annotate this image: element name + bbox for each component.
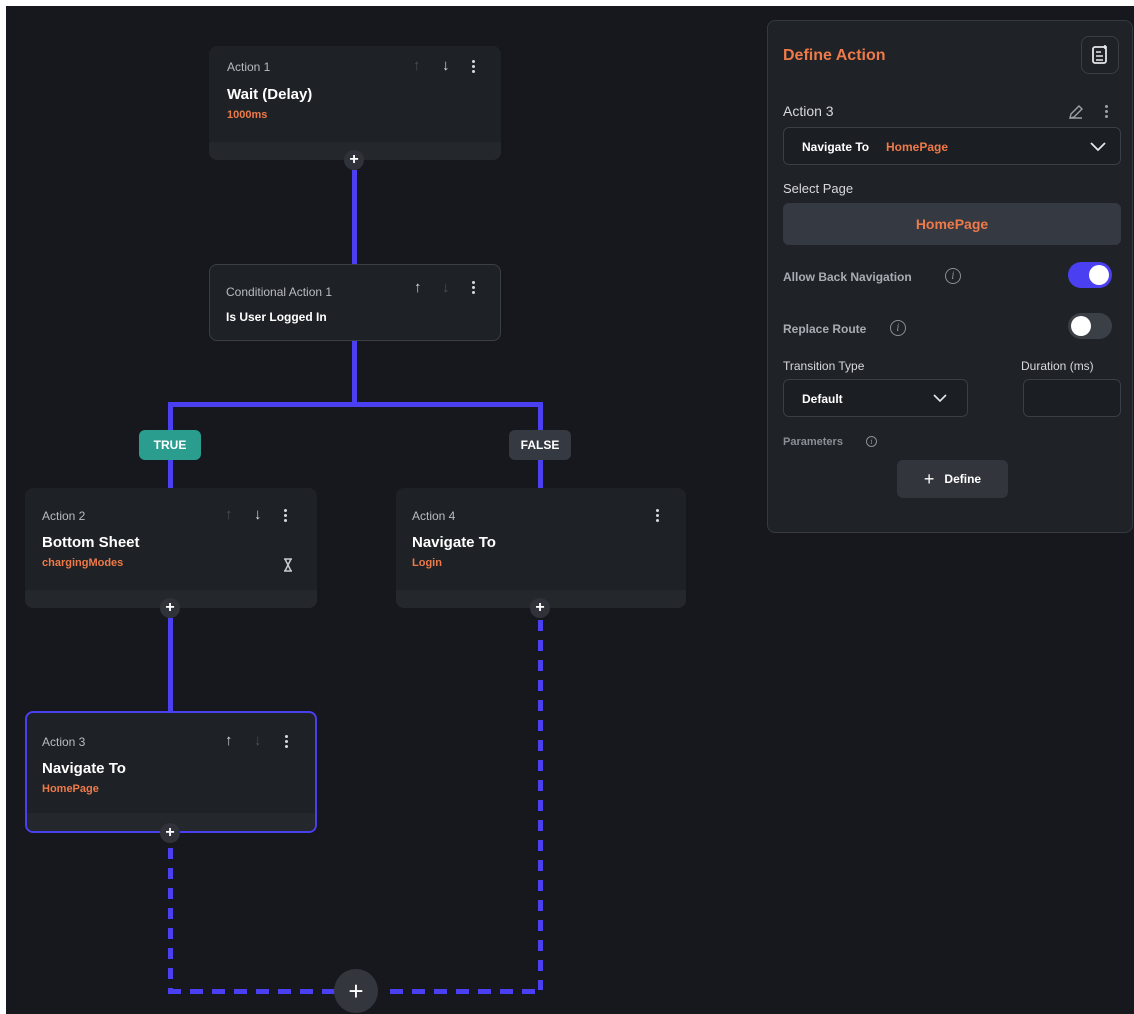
move-down-icon[interactable]: ↓ [254,507,262,522]
action-title: Navigate To [42,760,126,777]
dropdown-target: HomePage [886,140,949,154]
action-type-dropdown[interactable]: Navigate To HomePage [783,127,1121,165]
define-parameters-button[interactable]: + Define [897,460,1008,498]
add-action-button[interactable]: + [160,598,180,618]
chevron-down-icon [933,394,947,403]
notes-icon [1092,45,1107,64]
action-3-card[interactable]: Action 3 Navigate To HomePage ↑ ↓ [25,711,317,833]
connector-line [168,402,173,432]
action-label: Action 1 [227,60,271,74]
move-up-icon[interactable]: ↑ [225,507,233,522]
action-1-card[interactable]: Action 1 Wait (Delay) 1000ms ↑ ↓ [209,46,501,160]
notes-icon-button[interactable] [1081,36,1119,74]
action-4-card[interactable]: Action 4 Navigate To Login [396,488,686,608]
panel-more-options-icon[interactable] [1105,105,1108,118]
move-up-icon[interactable]: ↑ [225,733,233,748]
edit-icon[interactable] [1067,103,1085,121]
action-subtitle: Login [412,557,442,569]
action-label: Conditional Action 1 [226,285,333,299]
action-title: Navigate To [412,534,496,551]
action-title: Bottom Sheet [42,534,140,551]
action-name: Action 3 [783,103,834,119]
more-options-icon[interactable] [285,735,288,748]
action-label: Action 3 [42,735,86,749]
connector-line [352,170,357,265]
dropdown-action: Navigate To [802,140,870,154]
add-final-action-button[interactable]: + [334,969,378,1013]
transition-type-dropdown[interactable]: Default [783,379,968,417]
info-icon[interactable]: i [945,268,961,284]
allow-back-toggle[interactable] [1068,262,1112,288]
replace-route-label: Replace Route [783,322,867,336]
duration-label: Duration (ms) [1021,359,1094,373]
move-down-icon[interactable]: ↓ [442,280,450,295]
replace-route-toggle[interactable] [1068,313,1112,339]
action-subtitle: 1000ms [227,109,268,121]
true-branch-badge: TRUE [139,430,201,460]
connector-line [168,460,173,488]
dashed-connector [168,848,173,990]
define-button-label: Define [944,472,982,486]
chevron-down-icon [1090,142,1106,152]
panel-title: Define Action [783,47,886,64]
allow-back-label: Allow Back Navigation [783,270,912,284]
action-label: Action 2 [42,509,86,523]
action-2-card[interactable]: Action 2 Bottom Sheet chargingModes ↑ ↓ [25,488,317,608]
connector-line [352,340,357,406]
select-page-button[interactable]: HomePage [783,203,1121,245]
more-options-icon[interactable] [284,509,287,522]
parameters-label: Parameters [783,436,843,448]
more-options-icon[interactable] [472,60,475,73]
more-options-icon[interactable] [472,281,475,294]
add-action-button[interactable]: + [160,823,180,843]
condition-title: Is User Logged In [226,310,327,324]
connector-line [538,402,543,432]
connector-line [168,402,543,407]
toggle-knob [1071,316,1091,336]
false-branch-badge: FALSE [509,430,571,460]
connector-line [538,460,543,488]
move-down-icon[interactable]: ↓ [442,58,450,73]
hourglass-icon [284,558,292,572]
info-icon[interactable]: i [866,436,877,447]
move-down-icon[interactable]: ↓ [254,733,262,748]
dashed-connector [168,989,338,994]
action-subtitle: HomePage [42,783,99,795]
action-flow-canvas: Action 1 Wait (Delay) 1000ms ↑ ↓ + Condi… [6,6,1134,1014]
action-title: Wait (Delay) [227,86,313,103]
selected-page: HomePage [915,216,989,232]
dashed-connector [538,620,543,990]
move-up-icon[interactable]: ↑ [414,280,422,295]
connector-line [168,618,173,712]
more-options-icon[interactable] [656,509,659,522]
add-action-button[interactable]: + [530,598,550,618]
move-up-icon[interactable]: ↑ [413,58,421,73]
add-action-button[interactable]: + [344,150,364,170]
conditional-action-card[interactable]: Conditional Action 1 Is User Logged In ↑… [209,264,501,341]
transition-type-label: Transition Type [783,359,865,373]
select-page-label: Select Page [783,181,854,196]
plus-icon: + [923,469,935,489]
transition-type-value: Default [802,392,843,406]
dashed-connector [390,989,544,994]
define-action-panel: Define Action Action 3 Navigate To HomeP… [767,20,1133,533]
action-label: Action 4 [412,509,456,523]
toggle-knob [1089,265,1109,285]
info-icon[interactable]: i [890,320,906,336]
action-subtitle: chargingModes [42,557,124,569]
duration-input[interactable] [1023,379,1121,417]
